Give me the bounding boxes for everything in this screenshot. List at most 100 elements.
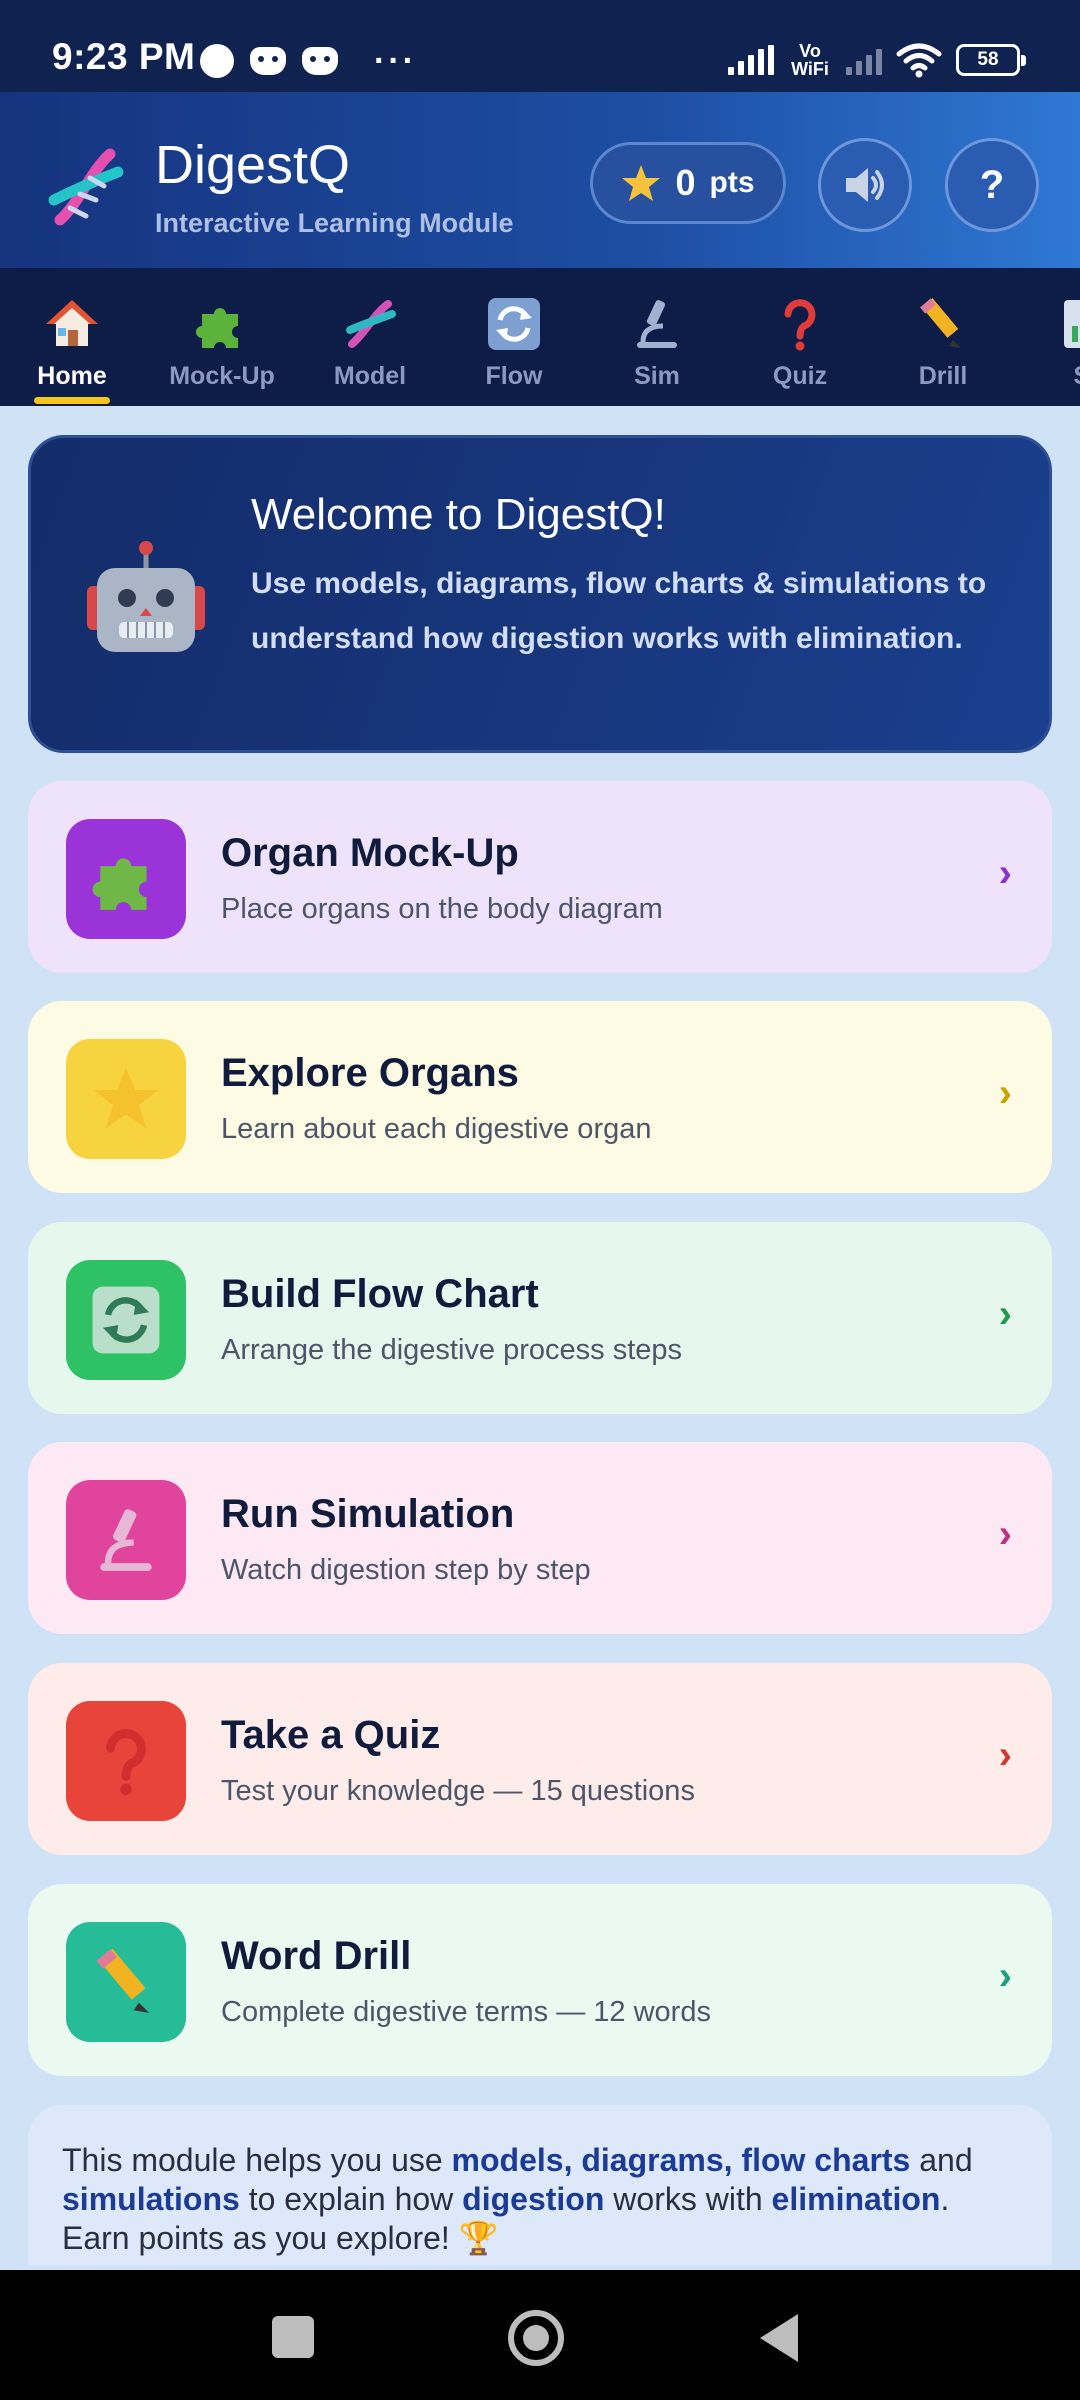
card-subtitle: Watch digestion step by step [221,1554,591,1586]
tab-label: St [1026,362,1080,391]
star-icon [622,165,661,201]
chevron-right-icon: › [998,1512,1012,1556]
dna-icon [346,300,396,348]
question-icon [106,1729,146,1796]
app-title: DigestQ [155,135,351,195]
welcome-text: Use models, diagrams, flow charts & simu… [251,567,987,655]
tab-mock-up[interactable]: Mock-Up [162,268,282,406]
chevron-right-icon: › [998,851,1012,895]
app-header: DigestQ Interactive Learning Module 0 pt… [0,92,1080,268]
card-title: Organ Mock-Up [221,831,519,875]
tab-flow[interactable]: Flow [454,268,574,406]
chevron-right-icon: › [998,1954,1012,1998]
game-controller-icon [302,47,338,75]
puzzle-icon [196,308,238,348]
tab-home[interactable]: Home [12,268,132,406]
signal-weak-icon [846,45,882,75]
house-icon [46,300,98,346]
tab-label: Drill [918,362,968,390]
recents-button[interactable] [272,2316,314,2358]
card-icon-tile [66,819,186,939]
tab-model[interactable]: Model [310,268,430,406]
info-highlight: models, diagrams, flow charts [451,2142,911,2178]
dna-logo-icon [48,148,124,226]
tab-sim[interactable]: Sim [597,268,717,406]
info-text: works with [604,2181,772,2217]
chevron-right-icon: › [998,1733,1012,1777]
system-navigation-bar [0,2270,1080,2400]
welcome-banner: Welcome to DigestQ! Use models, diagrams… [28,435,1052,753]
card-title: Word Drill [221,1934,412,1978]
card-subtitle: Complete digestive terms — 12 words [221,1996,711,2028]
game-controller-icon [250,47,286,75]
chevron-right-icon: › [998,1071,1012,1115]
info-text: and [910,2142,973,2178]
card-explore-organs[interactable]: Explore Organs Learn about each digestiv… [28,1001,1052,1193]
cycle-arrows-icon [488,298,540,350]
battery-icon: 58 [956,44,1026,76]
tab-stats[interactable]: St [1026,268,1080,406]
tab-label: Home [37,362,107,390]
info-text: This module helps you use [62,2142,452,2178]
tab-label: Quiz [772,362,828,390]
back-button[interactable] [760,2314,798,2362]
app-subtitle: Interactive Learning Module [155,208,514,238]
points-label: pts [709,166,755,199]
status-bar: 9:23 PM ··· Vo WiFi 58 [0,0,1080,92]
sound-toggle-button[interactable] [818,138,912,232]
module-info-note: This module helps you use models, diagra… [28,2105,1052,2265]
card-take-a-quiz[interactable]: Take a Quiz Test your knowledge — 15 que… [28,1663,1052,1855]
robot-icon [87,541,205,652]
card-title: Build Flow Chart [221,1272,539,1316]
pencil-icon [96,1948,150,2013]
info-highlight: elimination [771,2181,941,2217]
points-badge[interactable]: 0 pts [590,142,786,224]
points-value: 0 [675,162,696,203]
card-subtitle: Place organs on the body diagram [221,893,663,925]
info-highlight: simulations [62,2181,240,2217]
help-button[interactable]: ? [945,138,1039,232]
card-title: Run Simulation [221,1492,515,1536]
chart-icon [1064,300,1080,348]
more-notifications-icon: ··· [374,42,417,80]
notification-icons: ··· [200,36,417,86]
card-icon-tile [66,1701,186,1821]
card-icon-tile [66,1260,186,1380]
card-organ-mock-up[interactable]: Organ Mock-Up Place organs on the body d… [28,781,1052,973]
card-title: Take a Quiz [221,1713,441,1757]
messenger-icon [200,44,234,78]
status-time: 9:23 PM [52,36,196,77]
tab-label: Flow [485,362,543,390]
chevron-right-icon: › [998,1292,1012,1336]
card-subtitle: Arrange the digestive process steps [221,1334,683,1366]
tab-bar: Home Mock-Up Model Flow Sim Quiz Drill [0,268,1080,406]
active-tab-indicator [34,397,110,404]
tab-label: Mock-Up [169,362,275,390]
tab-label: Model [333,362,407,390]
info-text: to explain how [239,2181,463,2217]
trophy-icon: 🏆 [458,2220,499,2256]
microscope-icon [100,1509,152,1571]
home-button[interactable] [508,2310,564,2366]
welcome-title: Welcome to DigestQ! [251,490,666,539]
card-subtitle: Test your knowledge — 15 questions [221,1775,695,1807]
system-indicators: Vo WiFi 58 [728,34,1026,86]
tab-drill[interactable]: Drill [883,268,1003,406]
tab-quiz[interactable]: Quiz [740,268,860,406]
card-icon-tile [66,1480,186,1600]
tab-label: Sim [634,362,680,390]
pencil-icon [920,298,961,348]
card-subtitle: Learn about each digestive organ [221,1113,652,1145]
puzzle-icon [92,858,147,910]
card-word-drill[interactable]: Word Drill Complete digestive terms — 12… [28,1884,1052,2076]
card-title: Explore Organs [221,1051,519,1095]
question-icon [784,299,816,351]
cycle-arrows-icon [92,1286,160,1354]
card-icon-tile [66,1922,186,2042]
star-icon [93,1068,159,1129]
card-build-flow-chart[interactable]: Build Flow Chart Arrange the digestive p… [28,1222,1052,1414]
card-run-simulation[interactable]: Run Simulation Watch digestion step by s… [28,1442,1052,1634]
signal-icon [728,45,774,75]
microscope-icon [637,300,677,348]
vowifi-label: Vo WiFi [791,41,829,79]
